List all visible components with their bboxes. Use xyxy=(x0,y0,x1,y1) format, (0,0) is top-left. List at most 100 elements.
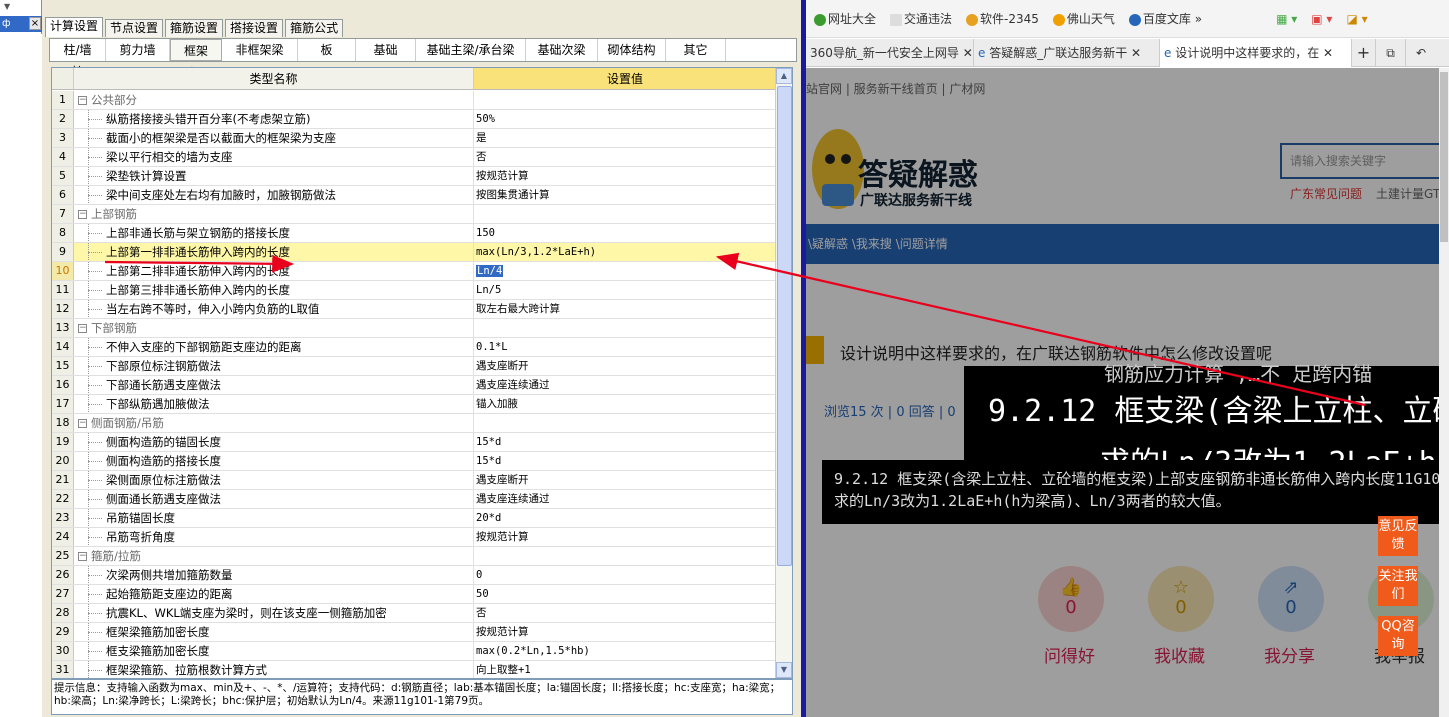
group-row[interactable]: 18− 侧面钢筋/吊筋 xyxy=(52,414,776,433)
close-icon[interactable]: × xyxy=(29,17,41,30)
extension-icon[interactable]: ◪ ▾ xyxy=(1346,12,1367,26)
group-row[interactable]: 13− 下部钢筋 xyxy=(52,319,776,338)
subtab-slab[interactable]: 板 xyxy=(298,39,356,61)
setting-value[interactable] xyxy=(474,319,776,337)
setting-value[interactable]: 0.1*L xyxy=(474,338,776,356)
setting-value[interactable]: 按规范计算 xyxy=(474,528,776,546)
setting-value[interactable]: max(0.2*Ln,1.5*hb) xyxy=(474,642,776,660)
undo-icon[interactable]: ↶ xyxy=(1406,39,1436,67)
mail-icon[interactable]: ▣ ▾ xyxy=(1311,12,1332,26)
setting-value[interactable]: 50% xyxy=(474,110,776,128)
table-row[interactable]: 16 下部通长筋遇支座做法 遇支座连续通过 xyxy=(52,376,776,395)
browser-tab-question[interactable]: e 设计说明中这样要求的，在 ✕ xyxy=(1160,39,1352,67)
setting-value[interactable]: 是 xyxy=(474,129,776,147)
table-row[interactable]: 8 上部非通长筋与架立钢筋的搭接长度 150 xyxy=(52,224,776,243)
tab-stirrup-settings[interactable]: 箍筋设置 xyxy=(165,19,224,37)
scroll-down-icon[interactable]: ▼ xyxy=(776,662,792,678)
apps-icon[interactable]: ▦ ▾ xyxy=(1276,12,1297,26)
page-scrollbar[interactable] xyxy=(1439,68,1449,717)
setting-value[interactable]: 取左右最大跨计算 xyxy=(474,300,776,318)
selected-value-text[interactable]: Ln/4 xyxy=(476,265,504,277)
table-row[interactable]: 26 次梁两侧共增加箍筋数量 0 xyxy=(52,566,776,585)
table-row[interactable]: 3 截面小的框架梁是否以截面大的框架梁为支座是 xyxy=(52,129,776,148)
table-row[interactable]: 28 抗震KL、WKL端支座为梁时，则在该支座一侧箍筋加密否 xyxy=(52,604,776,623)
subtab-foundation[interactable]: 基础 xyxy=(356,39,416,61)
subtab-nonframe-beam[interactable]: 非框架梁 xyxy=(222,39,298,61)
setting-value[interactable]: 150 xyxy=(474,224,776,242)
group-row[interactable]: 1− 公共部分 xyxy=(52,91,776,110)
table-row[interactable]: 20 侧面构造筋的搭接长度 15*d xyxy=(52,452,776,471)
setting-value[interactable] xyxy=(474,205,776,223)
setting-value[interactable]: Ln/5 xyxy=(474,281,776,299)
setting-value[interactable]: 20*d xyxy=(474,509,776,527)
grid-scrollbar[interactable]: ▲ ▼ xyxy=(775,68,792,678)
page-scroll-thumb[interactable] xyxy=(1440,72,1448,242)
table-row[interactable]: 24 吊筋弯折角度 按规范计算 xyxy=(52,528,776,547)
table-row[interactable]: 29 框架梁箍筋加密长度 按规范计算 xyxy=(52,623,776,642)
bookmark-weather[interactable]: 佛山天气 xyxy=(1052,10,1115,27)
setting-value[interactable]: 遇支座断开 xyxy=(474,357,776,375)
table-row[interactable]: 15 下部原位标注钢筋做法 遇支座断开 xyxy=(52,357,776,376)
setting-value[interactable]: 否 xyxy=(474,148,776,166)
setting-value[interactable]: 否 xyxy=(474,604,776,622)
setting-value[interactable]: 锚入加腋 xyxy=(474,395,776,413)
setting-value[interactable]: Ln/4 xyxy=(474,262,776,280)
setting-value[interactable]: 遇支座连续通过 xyxy=(474,490,776,508)
setting-value[interactable]: 向上取整+1 xyxy=(474,661,776,678)
new-tab-icon[interactable]: + xyxy=(1352,39,1376,67)
setting-value[interactable]: 0 xyxy=(474,566,776,584)
browser-tab-360[interactable]: 360导航_新一代安全上网导 ✕ xyxy=(806,39,974,67)
subtab-shear-wall[interactable]: 剪力墙 xyxy=(106,39,170,61)
bookmark-wenku[interactable]: 百度文库 » xyxy=(1128,10,1202,27)
bookmark-traffic[interactable]: 交通违法 xyxy=(890,10,952,27)
setting-value[interactable]: 按规范计算 xyxy=(474,623,776,641)
setting-value[interactable]: max(Ln/3,1.2*LaE+h) xyxy=(474,243,776,261)
collapse-icon[interactable]: − xyxy=(78,210,87,219)
table-row[interactable]: 6 梁中间支座处左右均有加腋时，加腋钢筋做法 按图集贯通计算 xyxy=(52,186,776,205)
setting-value[interactable] xyxy=(474,414,776,432)
setting-value[interactable]: 50 xyxy=(474,585,776,603)
setting-value[interactable]: 遇支座连续通过 xyxy=(474,376,776,394)
collapse-icon[interactable]: − xyxy=(78,552,87,561)
table-row[interactable]: 5 梁垫铁计算设置 按规范计算 xyxy=(52,167,776,186)
collapse-arrow-icon[interactable]: ▼ xyxy=(4,2,10,11)
table-row[interactable]: 14 不伸入支座的下部钢筋距支座边的距离 0.1*L xyxy=(52,338,776,357)
table-row[interactable]: 27 起始箍筋距支座边的距离 50 xyxy=(52,585,776,604)
subtab-column[interactable]: 柱/墙柱 xyxy=(50,39,106,79)
scroll-up-icon[interactable]: ▲ xyxy=(776,68,792,84)
setting-value[interactable]: 15*d xyxy=(474,452,776,470)
tab-node-settings[interactable]: 节点设置 xyxy=(105,19,164,37)
group-row[interactable]: 25− 箍筋/拉筋 xyxy=(52,547,776,566)
group-row[interactable]: 7− 上部钢筋 xyxy=(52,205,776,224)
collapse-icon[interactable]: − xyxy=(78,96,87,105)
table-row[interactable]: 11 上部第三排非通长筋伸入跨内的长度 Ln/5 xyxy=(52,281,776,300)
subtab-frame-beam[interactable]: 框架梁 xyxy=(170,39,222,80)
table-row[interactable]: 22 侧面通长筋遇支座做法 遇支座连续通过 xyxy=(52,490,776,509)
table-row[interactable]: 23 吊筋锚固长度 20*d xyxy=(52,509,776,528)
setting-value[interactable]: 按图集贯通计算 xyxy=(474,186,776,204)
setting-value[interactable] xyxy=(474,91,776,109)
subtab-other[interactable]: 其它 xyxy=(666,39,726,61)
tab-calc-settings[interactable]: 计算设置 xyxy=(45,17,104,37)
table-row[interactable]: 4 梁以平行相交的墙为支座否 xyxy=(52,148,776,167)
table-row[interactable]: 19 侧面构造筋的锚固长度 15*d xyxy=(52,433,776,452)
subtab-foundation-secondary-beam[interactable]: 基础次梁 xyxy=(526,39,598,61)
scroll-thumb[interactable] xyxy=(777,86,792,566)
bookmark-site-nav[interactable]: 网址大全 xyxy=(814,10,876,27)
collapse-icon[interactable]: − xyxy=(78,419,87,428)
table-row[interactable]: 2 纵筋搭接接头错开百分率(不考虑架立筋) 50% xyxy=(52,110,776,129)
browser-tab-qa[interactable]: e 答疑解惑_广联达服务新干 ✕ xyxy=(974,39,1160,67)
tab-stirrup-formula[interactable]: 箍筋公式 xyxy=(285,19,344,37)
tab-list-icon[interactable]: ⧉ xyxy=(1376,39,1406,67)
setting-value[interactable]: 遇支座断开 xyxy=(474,471,776,489)
subtab-foundation-main-beam[interactable]: 基础主梁/承台梁 xyxy=(416,39,526,61)
table-row[interactable]: 9 上部第一排非通长筋伸入跨内的长度 max(Ln/3,1.2*LaE+h) xyxy=(52,243,776,262)
tab-lap-settings[interactable]: 搭接设置 xyxy=(225,19,284,37)
collapse-icon[interactable]: − xyxy=(78,324,87,333)
table-row[interactable]: 17 下部纵筋遇加腋做法 锚入加腋 xyxy=(52,395,776,414)
bookmark-software[interactable]: 软件-2345 xyxy=(966,10,1039,27)
table-row[interactable]: 31 框架梁箍筋、拉筋根数计算方式 向上取整+1 xyxy=(52,661,776,678)
setting-value[interactable] xyxy=(474,547,776,565)
table-row[interactable]: 12 当左右跨不等时，伸入小跨内负筋的L取值 取左右最大跨计算 xyxy=(52,300,776,319)
subtab-masonry[interactable]: 砌体结构 xyxy=(598,39,666,61)
